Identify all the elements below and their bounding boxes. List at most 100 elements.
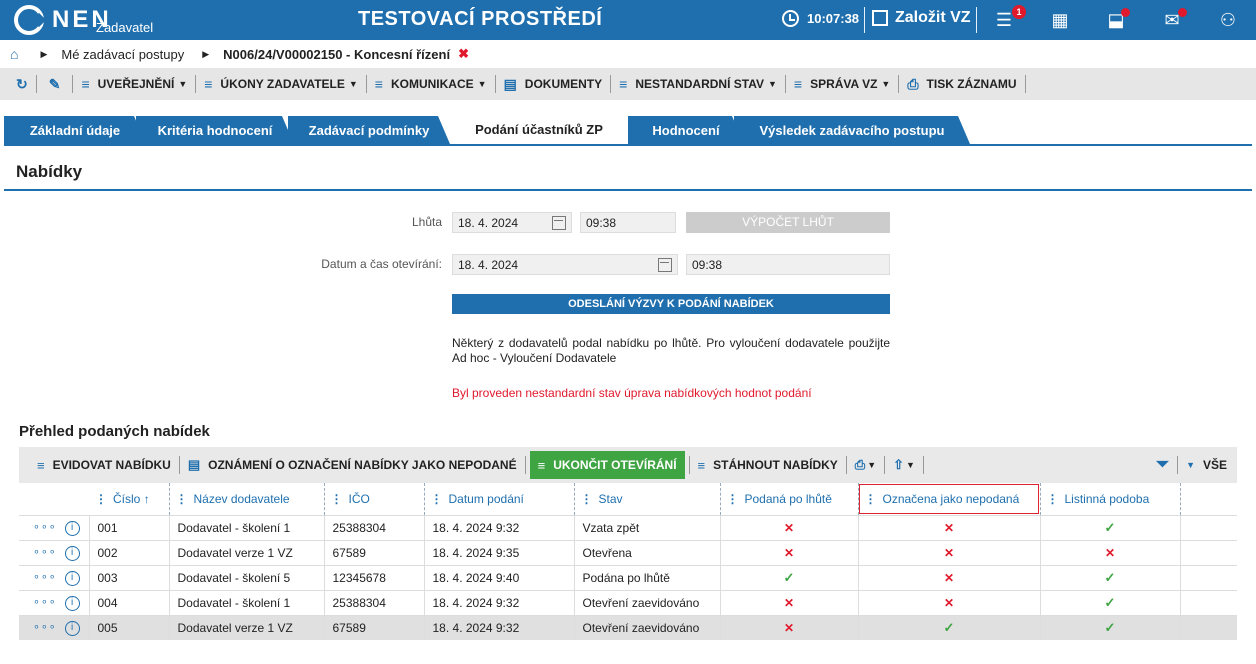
calendar-icon[interactable] xyxy=(658,258,672,272)
calendar-icon[interactable] xyxy=(552,216,566,230)
paper-cell: ✓ xyxy=(1040,514,1181,540)
col-marked-unsubmitted-label: Označena jako nepodaná xyxy=(882,491,1020,506)
table-row[interactable]: ∘∘∘ i 005 Dodavatel verze 1 VZ 67589 18. 4. 2… xyxy=(19,614,1237,640)
opening-time-input[interactable]: 09:38 xyxy=(686,254,890,275)
nonstandard-state-label: NESTANDARDNÍ STAV xyxy=(635,77,764,91)
ico-cell: 67589 xyxy=(324,614,425,640)
deadline-date-input[interactable]: 18. 4. 2024 xyxy=(452,212,572,233)
more-actions-icon[interactable]: ∘∘∘ xyxy=(33,571,57,583)
nonstandard-state-menu[interactable]: ≡ NESTANDARDNÍ STAV ▼ xyxy=(611,68,785,100)
tab-evaluation[interactable]: Hodnocení xyxy=(628,116,744,144)
actions-header xyxy=(19,483,89,515)
tab-procedure-result[interactable]: Výsledek zadávacího postupu xyxy=(734,116,970,144)
ico-cell: 25388304 xyxy=(324,589,425,615)
cross-icon: ✕ xyxy=(783,520,795,535)
filler-header xyxy=(1180,483,1237,515)
calculator-icon[interactable]: ▦ xyxy=(1048,8,1072,32)
print-menu[interactable]: ⎙ ▼ xyxy=(847,447,884,483)
state-cell: Otevření zaevidováno xyxy=(574,589,721,615)
logo-ring-icon xyxy=(14,5,44,35)
ico-cell: 25388304 xyxy=(324,514,425,540)
opening-label: Datum a čas otevírání: xyxy=(321,257,442,271)
check-icon: ✓ xyxy=(943,619,955,635)
inbox-alert-dot xyxy=(1121,8,1130,17)
breadcrumb-my-procedures[interactable]: Mé zadávací postupy xyxy=(61,47,184,62)
logo-subtitle: Zadavatel xyxy=(96,20,154,35)
info-icon[interactable]: i xyxy=(64,571,80,586)
filter-button[interactable]: ⏷ xyxy=(1148,447,1177,483)
documents-label: DOKUMENTY xyxy=(524,77,603,91)
home-icon[interactable]: ⌂ xyxy=(10,46,18,62)
publish-menu[interactable]: ≡ UVEŘEJNĚNÍ ▼ xyxy=(73,68,195,100)
col-submission-date[interactable]: ⋮ Datum podání xyxy=(424,483,575,515)
cross-icon: ✕ xyxy=(783,620,795,635)
finish-opening-label: UKONČIT OTEVÍRÁNÍ xyxy=(553,458,677,472)
opening-date-input[interactable]: 18. 4. 2024 xyxy=(452,254,678,275)
column-menu-icon[interactable]: ⋮ xyxy=(331,492,343,506)
send-invitation-button[interactable]: ODESLÁNÍ VÝZVY K PODÁNÍ NABÍDEK xyxy=(452,294,890,314)
tab-basic-data[interactable]: Základní údaje xyxy=(4,116,146,144)
column-menu-icon[interactable]: ⋮ xyxy=(431,492,443,506)
col-state[interactable]: ⋮ Stav xyxy=(574,483,721,515)
refresh-button[interactable]: ↻ xyxy=(0,68,36,100)
info-icon[interactable]: i xyxy=(64,521,80,536)
col-number[interactable]: ⋮ Číslo ↑ xyxy=(89,483,170,515)
section-divider xyxy=(4,189,1252,191)
state-cell: Otevřena xyxy=(574,539,721,565)
export-menu[interactable]: ⇧ ▼ xyxy=(885,447,923,483)
document-icon: ▤ xyxy=(503,75,517,92)
create-vz-button[interactable]: Založit VZ xyxy=(872,9,971,27)
column-menu-icon[interactable]: ⋮ xyxy=(865,492,877,506)
column-menu-icon[interactable]: ⋮ xyxy=(176,492,188,506)
printer-icon: ⎙ xyxy=(854,457,866,472)
unsubmitted-notice-button[interactable]: ▤ OZNÁMENÍ O OZNAČENÍ NABÍDKY JAKO NEPODA… xyxy=(180,447,525,483)
tab-evaluation-criteria[interactable]: Kritéria hodnocení xyxy=(136,116,294,144)
deadline-time-input[interactable]: 09:38 xyxy=(580,212,676,233)
col-marked-unsubmitted[interactable]: ⋮ Označena jako nepodaná xyxy=(858,483,1041,515)
col-ico[interactable]: ⋮ IČO xyxy=(324,483,425,515)
caret-down-icon: ▼ xyxy=(867,460,877,470)
cross-icon: ✕ xyxy=(943,595,955,610)
info-icon[interactable]: i xyxy=(64,546,80,561)
col-late[interactable]: ⋮ Podaná po lhůtě xyxy=(720,483,859,515)
register-offer-button[interactable]: ≡ EVIDOVAT NABÍDKU xyxy=(19,447,179,483)
tab-label: Zadávací podmínky xyxy=(308,122,430,138)
info-icon[interactable]: i xyxy=(64,621,80,637)
table-row[interactable]: ∘∘∘ i 004 Dodavatel - školení 1 25388304 18. … xyxy=(19,589,1237,615)
table-row[interactable]: ∘∘∘ i 001 Dodavatel - školení 1 25388304 18. … xyxy=(19,514,1237,540)
tab-participant-submissions[interactable]: Podání účastníků ZP xyxy=(450,114,628,144)
col-paper-form[interactable]: ⋮ Listinná podoba xyxy=(1040,483,1181,515)
tab-tender-conditions[interactable]: Zadávací podmínky xyxy=(288,116,450,144)
edit-button[interactable]: ✎ xyxy=(37,68,73,100)
edit-icon xyxy=(872,10,888,26)
offers-table: ⋮ Číslo ↑ ⋮ Název dodavatele ⋮ IČO ⋮ Datum p… xyxy=(19,483,1237,640)
more-actions-icon[interactable]: ∘∘∘ xyxy=(33,546,57,558)
late-cell: ✕ xyxy=(720,514,859,540)
show-all-menu[interactable]: ▼ VŠE xyxy=(1178,447,1237,483)
print-record-button[interactable]: ⎙ TISK ZÁZNAMU xyxy=(899,68,1024,100)
table-row[interactable]: ∘∘∘ i 003 Dodavatel - školení 5 12345678 18. … xyxy=(19,564,1237,590)
list-icon: ≡ xyxy=(697,457,706,473)
column-menu-icon[interactable]: ⋮ xyxy=(727,492,739,506)
authority-acts-menu[interactable]: ≡ ÚKONY ZADAVATELE ▼ xyxy=(196,68,366,100)
user-icon[interactable]: ⚇ xyxy=(1216,8,1240,32)
column-menu-icon[interactable]: ⋮ xyxy=(1047,492,1059,506)
column-menu-icon[interactable]: ⋮ xyxy=(95,492,107,506)
breadcrumb: ⌂ ▶ Mé zadávací postupy ▶ N006/24/V00002… xyxy=(0,40,1256,68)
column-menu-icon[interactable]: ⋮ xyxy=(581,492,593,506)
finish-opening-button[interactable]: ≡ UKONČIT OTEVÍRÁNÍ xyxy=(529,451,685,479)
more-actions-icon[interactable]: ∘∘∘ xyxy=(33,521,57,533)
check-icon: ✓ xyxy=(1104,569,1116,585)
col-submission-date-label: Datum podání xyxy=(448,491,524,506)
documents-button[interactable]: ▤ DOKUMENTY xyxy=(496,68,611,100)
more-actions-icon[interactable]: ∘∘∘ xyxy=(33,596,57,608)
table-row[interactable]: ∘∘∘ i 002 Dodavatel verze 1 VZ 67589 18. 4. 2… xyxy=(19,539,1237,565)
col-supplier-name[interactable]: ⋮ Název dodavatele xyxy=(169,483,325,515)
calc-deadlines-button[interactable]: VÝPOČET LHŮT xyxy=(686,212,890,233)
close-icon[interactable]: ✖ xyxy=(458,46,469,62)
vz-management-menu[interactable]: ≡ SPRÁVA VZ ▼ xyxy=(786,68,898,100)
download-offers-button[interactable]: ≡ STÁHNOUT NABÍDKY xyxy=(690,447,846,483)
info-icon[interactable]: i xyxy=(64,596,80,611)
more-actions-icon[interactable]: ∘∘∘ xyxy=(33,621,57,633)
communication-menu[interactable]: ≡ KOMUNIKACE ▼ xyxy=(367,68,495,100)
